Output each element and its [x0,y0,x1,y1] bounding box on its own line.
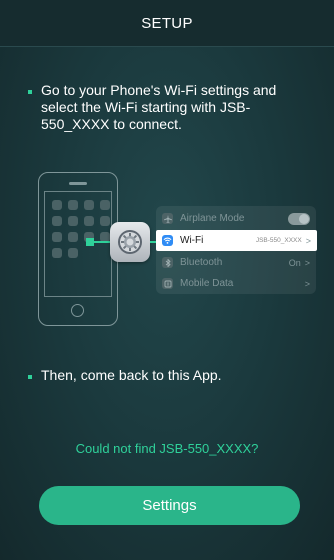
chevron-right-icon: > [304,278,310,289]
setting-value: JSB-550_XXXX [255,237,302,244]
page-title: SETUP [141,14,193,32]
bluetooth-icon [162,257,173,268]
app-grid [52,200,110,258]
setting-row-wifi: Wi-Fi JSB-550_XXXX > [156,230,317,251]
app-icon [68,248,78,258]
setting-label: Bluetooth [180,257,223,268]
app-icon [68,216,78,226]
wifi-icon [162,235,173,246]
could-not-find-link[interactable]: Could not find JSB-550_XXXX? [0,441,334,456]
wifi-settings-illustration: Airplane Mode Wi-Fi JSB-550_XXXX > Bluet… [38,172,322,332]
app-icon [84,200,94,210]
bullet-icon [28,90,32,94]
phone-home-button [71,304,84,317]
setting-label: Wi-Fi [180,235,204,246]
app-icon [100,200,110,210]
setting-row-bluetooth: Bluetooth On > [156,252,316,273]
setting-value: On [288,257,301,268]
app-icon [52,200,62,210]
phone-speaker [69,182,87,185]
setting-row-mobile-data: Mobile Data > [156,273,316,294]
instruction-text-1: Go to your Phone's Wi-Fi settings and se… [41,82,277,132]
toggle-knob [299,213,309,224]
app-icon [52,216,62,226]
header-bar: SETUP [0,0,334,47]
bullet-icon [28,375,32,379]
app-icon [52,248,62,258]
instruction-step-2: Then, come back to this App. [28,367,308,384]
setting-label: Airplane Mode [180,213,245,224]
app-icon [84,216,94,226]
instruction-step-1: Go to your Phone's Wi-Fi settings and se… [28,82,308,133]
setting-row-airplane: Airplane Mode [156,208,316,229]
app-icon [68,200,78,210]
phone-settings-panel: Airplane Mode Wi-Fi JSB-550_XXXX > Bluet… [156,206,317,294]
mobile-data-icon [162,278,173,289]
airplane-icon [162,213,173,224]
phone-outline [38,172,118,326]
app-icon [100,216,110,226]
airplane-toggle [288,212,310,225]
app-icon [68,232,78,242]
chevron-right-icon: > [305,235,311,246]
settings-gear-icon [110,222,150,262]
phone-screen [44,191,112,297]
settings-button[interactable]: Settings [39,486,300,525]
chevron-right-icon: > [304,257,310,268]
app-icon [52,232,62,242]
connector-line [88,241,110,243]
setting-label: Mobile Data [180,278,234,289]
instruction-text-2: Then, come back to this App. [41,367,222,383]
